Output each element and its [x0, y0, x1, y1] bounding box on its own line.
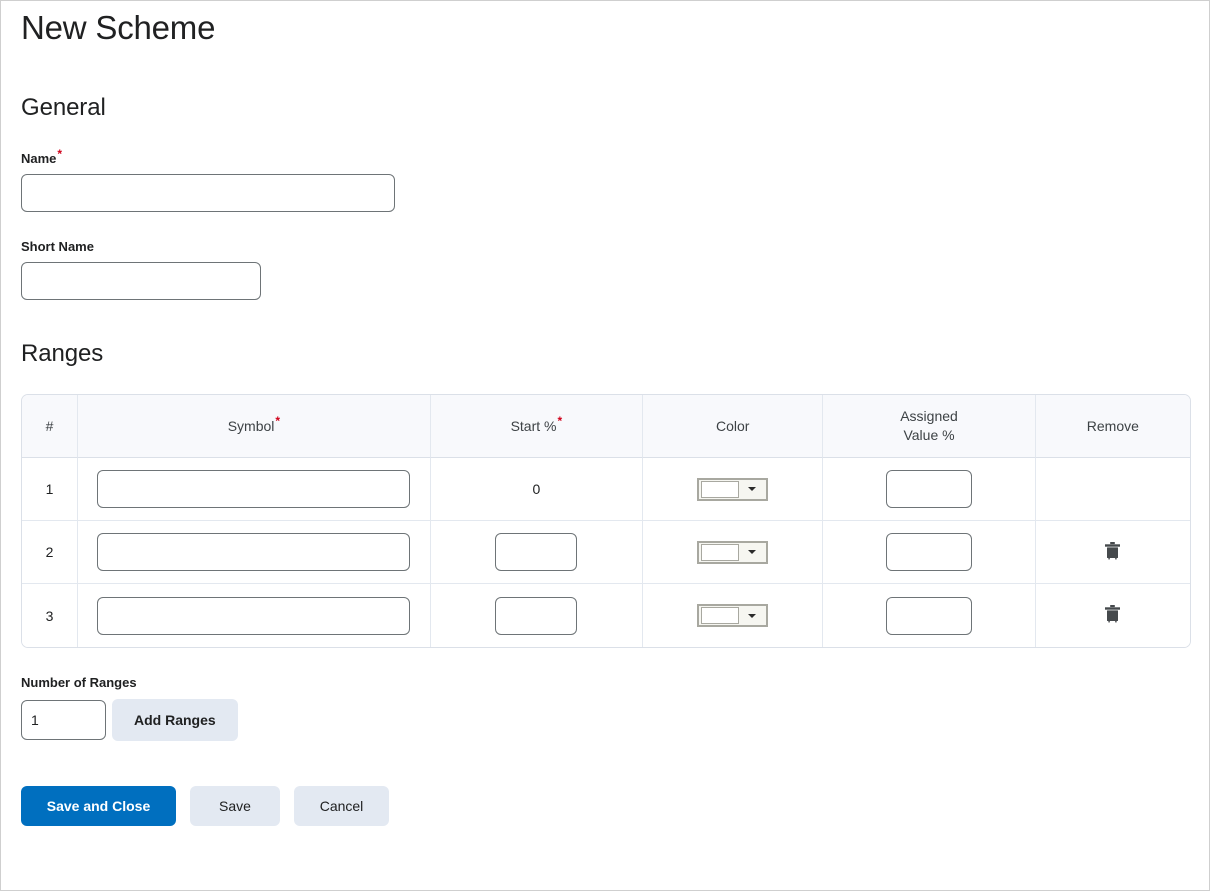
- remove-range-button[interactable]: [1105, 605, 1121, 623]
- chevron-down-icon: [739, 613, 764, 618]
- column-header-assigned-value-line1: Assigned: [900, 408, 958, 424]
- column-header-remove-text: Remove: [1086, 417, 1139, 434]
- ranges-table-body: 1 0 2 3: [22, 458, 1190, 647]
- color-cell: [643, 521, 824, 584]
- cancel-button[interactable]: Cancel: [294, 786, 389, 826]
- column-header-assigned-value: Assigned Value %: [823, 395, 1036, 458]
- column-header-number-text: #: [45, 417, 54, 434]
- column-header-start-percent: Start %*: [430, 395, 644, 458]
- general-section-heading: General: [21, 94, 106, 121]
- symbol-required-asterisk: *: [275, 413, 281, 428]
- number-of-ranges-label: Number of Ranges: [21, 675, 137, 690]
- name-field-label: Name*: [21, 148, 1189, 167]
- symbol-cell: [78, 458, 431, 521]
- table-row: 1 0: [22, 458, 1190, 521]
- column-header-remove: Remove: [1035, 395, 1190, 458]
- row-number-cell: 3: [22, 584, 79, 647]
- add-ranges-button[interactable]: Add Ranges: [112, 699, 238, 741]
- short-name-field-label: Short Name: [21, 239, 94, 254]
- start-percent-cell: [430, 584, 644, 647]
- table-row: 3: [22, 584, 1190, 647]
- new-scheme-page: New Scheme General Name* Short Name Rang…: [0, 0, 1210, 891]
- save-and-close-button[interactable]: Save and Close: [21, 786, 176, 826]
- name-input[interactable]: [21, 174, 395, 212]
- ranges-controls: Add Ranges: [21, 699, 1189, 741]
- form-action-bar: Save and Close Save Cancel: [21, 786, 1189, 838]
- row-number-cell: 2: [22, 521, 79, 584]
- column-header-assigned-value-line2: Value %: [903, 427, 955, 443]
- color-cell: [643, 458, 824, 521]
- symbol-input[interactable]: [97, 470, 411, 508]
- assigned-value-cell: [823, 521, 1036, 584]
- trash-icon: [1105, 605, 1121, 623]
- ranges-table-head: # Symbol* Start %* Color Assigned Value …: [22, 395, 1190, 458]
- assigned-value-cell: [823, 584, 1036, 647]
- column-header-symbol-text: Symbol: [227, 417, 275, 434]
- symbol-input[interactable]: [97, 533, 411, 571]
- color-picker[interactable]: [697, 604, 769, 627]
- chevron-down-icon: [739, 550, 764, 554]
- assigned-value-input[interactable]: [886, 596, 973, 635]
- assigned-value-input[interactable]: [886, 533, 973, 571]
- short-name-input[interactable]: [21, 262, 261, 300]
- ranges-section-heading: Ranges: [21, 340, 104, 367]
- color-cell: [643, 584, 824, 647]
- color-picker[interactable]: [697, 477, 769, 501]
- page-content: New Scheme General Name* Short Name Rang…: [1, 1, 1209, 838]
- column-header-symbol: Symbol*: [78, 395, 431, 458]
- column-header-color: Color: [643, 395, 824, 458]
- column-header-color-text: Color: [715, 417, 750, 434]
- assigned-value-input[interactable]: [886, 470, 973, 508]
- color-swatch: [701, 480, 740, 498]
- symbol-cell: [78, 584, 431, 647]
- save-button[interactable]: Save: [190, 786, 280, 826]
- start-required-asterisk: *: [557, 413, 563, 428]
- table-header-row: # Symbol* Start %* Color Assigned Value …: [22, 395, 1190, 458]
- number-of-ranges-input[interactable]: [21, 700, 106, 740]
- color-swatch: [701, 543, 740, 561]
- color-swatch: [701, 607, 740, 624]
- remove-cell: [1035, 584, 1190, 647]
- ranges-table: # Symbol* Start %* Color Assigned Value …: [21, 394, 1191, 648]
- table-row: 2: [22, 521, 1190, 584]
- remove-cell: [1035, 458, 1190, 521]
- column-header-number: #: [22, 395, 79, 458]
- column-header-start-percent-text: Start %: [510, 417, 557, 434]
- symbol-cell: [78, 521, 431, 584]
- symbol-input[interactable]: [97, 596, 411, 635]
- remove-range-button[interactable]: [1105, 541, 1121, 560]
- assigned-value-cell: [823, 458, 1036, 521]
- start-percent-input[interactable]: [495, 596, 578, 635]
- remove-cell: [1035, 521, 1190, 584]
- start-percent-static-value: 0: [532, 481, 541, 497]
- name-label-text: Name: [21, 151, 57, 166]
- name-required-asterisk: *: [57, 146, 63, 161]
- start-percent-cell: [430, 521, 644, 584]
- start-percent-cell: 0: [430, 458, 644, 521]
- color-picker[interactable]: [697, 540, 769, 564]
- trash-icon: [1105, 541, 1121, 559]
- start-percent-input[interactable]: [495, 533, 578, 571]
- chevron-down-icon: [739, 487, 764, 491]
- page-title: New Scheme: [21, 9, 216, 46]
- row-number-cell: 1: [22, 458, 79, 521]
